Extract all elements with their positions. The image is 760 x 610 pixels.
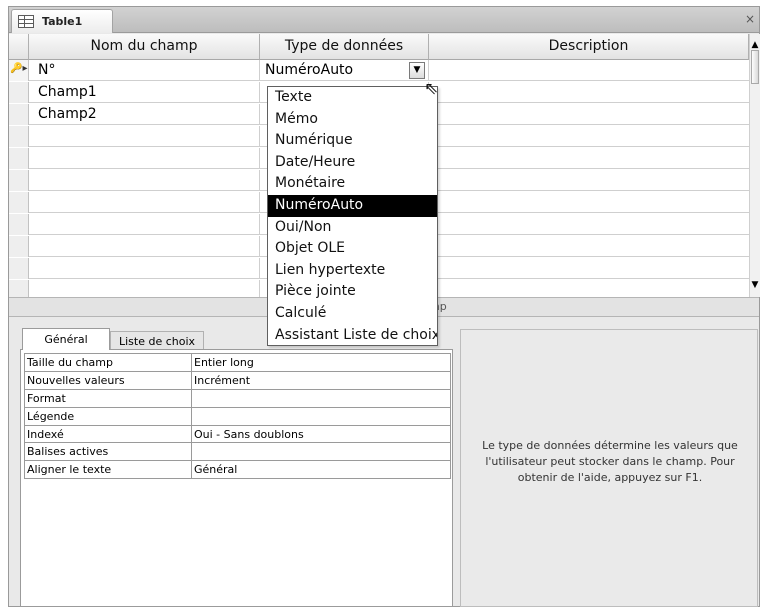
column-header-data-type: Type de données — [260, 34, 429, 60]
dropdown-option[interactable]: Objet OLE — [268, 238, 437, 260]
description-cell[interactable] — [429, 214, 749, 235]
data-type-value: NuméroAuto — [265, 62, 354, 78]
dropdown-option[interactable]: Pièce jointe — [268, 281, 437, 303]
description-cell[interactable] — [429, 60, 749, 81]
description-cell[interactable] — [429, 104, 749, 125]
field-name-cell[interactable] — [29, 148, 260, 169]
property-name: Indexé — [24, 424, 192, 444]
property-row[interactable]: Indexé Oui - Sans doublons — [24, 424, 451, 444]
dropdown-option[interactable]: Lien hypertexte — [268, 260, 437, 282]
row-selector[interactable] — [9, 170, 29, 191]
field-name-cell[interactable] — [29, 192, 260, 213]
data-type-dropdown-list[interactable]: Texte Mémo Numérique Date/Heure Monétaire Num… — [267, 86, 438, 346]
dropdown-option[interactable]: Assistant Liste de choix... — [268, 325, 437, 347]
mouse-pointer-icon: ⇖ — [424, 79, 439, 99]
table-design-window: Table1 × Nom du champ Type de données De… — [8, 6, 760, 607]
property-name: Taille du champ — [24, 353, 192, 372]
row-selector[interactable] — [9, 258, 29, 279]
title-bar: Table1 × — [9, 7, 759, 33]
field-name-cell[interactable]: Champ2 — [29, 104, 260, 125]
dropdown-option[interactable]: Calculé — [268, 303, 437, 325]
property-row[interactable]: Format — [24, 388, 451, 408]
help-text: Le type de données détermine les valeurs… — [482, 439, 738, 484]
column-header-description: Description — [429, 34, 749, 60]
property-value[interactable]: Oui - Sans doublons — [191, 424, 451, 444]
description-cell[interactable] — [429, 82, 749, 103]
field-name-cell[interactable] — [29, 258, 260, 279]
tab-lookup[interactable]: Liste de choix — [110, 331, 204, 350]
tab-general[interactable]: Général — [22, 328, 110, 350]
scroll-down-arrow-icon[interactable]: ▼ — [750, 280, 760, 290]
field-properties-panel: Taille du champ Entier long Nouvelles val… — [20, 349, 453, 607]
description-cell[interactable] — [429, 236, 749, 257]
document-tab[interactable]: Table1 — [11, 9, 113, 33]
field-name-cell[interactable]: Champ1 — [29, 82, 260, 103]
key-icon: 🔑▸ — [10, 63, 28, 74]
tab-title: Table1 — [42, 15, 83, 28]
field-name-cell[interactable] — [29, 214, 260, 235]
property-value[interactable] — [191, 388, 451, 408]
dropdown-option[interactable]: Mémo — [268, 109, 437, 131]
description-cell[interactable] — [429, 258, 749, 279]
property-row[interactable]: Légende — [24, 406, 451, 426]
property-name: Balises actives — [24, 442, 192, 462]
row-selector[interactable] — [9, 104, 29, 125]
property-value[interactable] — [191, 406, 451, 426]
description-cell[interactable] — [429, 148, 749, 169]
close-icon[interactable]: × — [745, 12, 755, 26]
vertical-scrollbar[interactable]: ▲ ▼ — [749, 34, 760, 297]
row-selector[interactable]: 🔑▸ — [9, 60, 29, 81]
row-selector[interactable] — [9, 192, 29, 213]
dropdown-option[interactable]: Texte — [268, 87, 437, 109]
dropdown-option[interactable]: NuméroAuto — [268, 194, 437, 217]
dropdown-option[interactable]: Date/Heure — [268, 152, 437, 174]
field-name-cell[interactable] — [29, 126, 260, 147]
field-name-cell[interactable] — [29, 170, 260, 191]
table-icon — [18, 15, 34, 28]
field-row[interactable]: 🔑▸ N° NuméroAuto ▼ — [9, 60, 749, 81]
scrollbar-thumb[interactable] — [751, 50, 759, 84]
data-type-cell[interactable]: NuméroAuto ▼ — [260, 60, 429, 81]
property-name: Nouvelles valeurs — [24, 370, 192, 390]
field-name-cell[interactable]: N° — [29, 60, 260, 81]
property-name: Légende — [24, 406, 192, 426]
scroll-up-arrow-icon[interactable]: ▲ — [750, 40, 760, 50]
dropdown-arrow-button[interactable]: ▼ — [409, 62, 425, 79]
dropdown-option[interactable]: Numérique — [268, 130, 437, 152]
column-header-field-name: Nom du champ — [29, 34, 260, 60]
property-value[interactable]: Incrément — [191, 370, 451, 390]
property-value[interactable] — [191, 442, 451, 462]
property-name: Aligner le texte — [24, 460, 192, 480]
row-selector-header[interactable] — [9, 34, 29, 60]
row-selector[interactable] — [9, 126, 29, 147]
property-row[interactable]: Taille du champ Entier long — [24, 353, 451, 372]
description-cell[interactable] — [429, 170, 749, 191]
dropdown-option[interactable]: Monétaire — [268, 173, 437, 195]
help-panel: Le type de données détermine les valeurs… — [460, 329, 758, 607]
properties-table: Taille du champ Entier long Nouvelles val… — [24, 353, 451, 480]
property-value[interactable]: Entier long — [191, 353, 451, 372]
description-cell[interactable] — [429, 192, 749, 213]
row-selector[interactable] — [9, 82, 29, 103]
property-name: Format — [24, 388, 192, 408]
row-selector[interactable] — [9, 214, 29, 235]
property-row[interactable]: Aligner le texte Général — [24, 460, 451, 480]
property-row[interactable]: Nouvelles valeurs Incrément — [24, 370, 451, 390]
property-row[interactable]: Balises actives — [24, 442, 451, 462]
property-value[interactable]: Général — [191, 460, 451, 480]
description-cell[interactable] — [429, 126, 749, 147]
row-selector[interactable] — [9, 236, 29, 257]
field-name-cell[interactable] — [29, 236, 260, 257]
dropdown-option[interactable]: Oui/Non — [268, 217, 437, 239]
row-selector[interactable] — [9, 148, 29, 169]
